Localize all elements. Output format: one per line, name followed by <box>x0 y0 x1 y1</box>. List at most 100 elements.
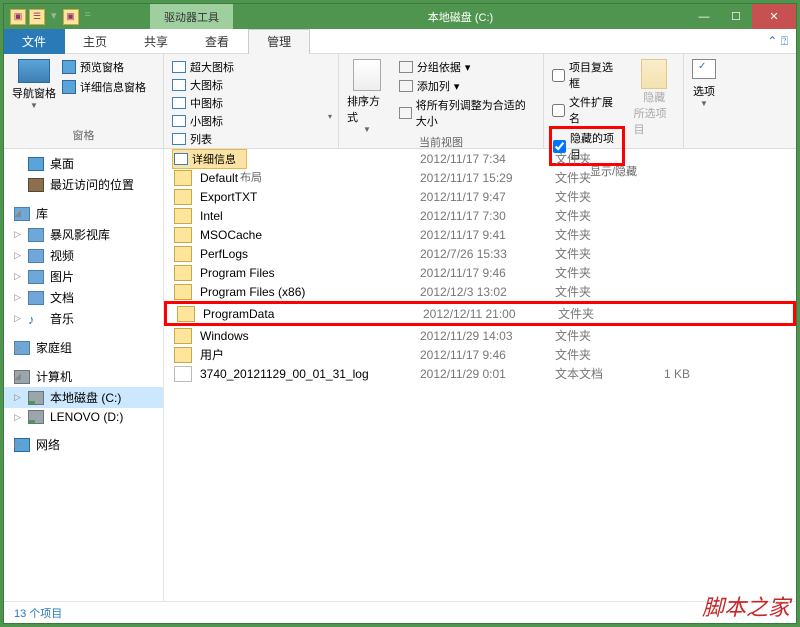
file-type: 文本文档 <box>555 365 630 382</box>
storm-icon <box>28 228 44 242</box>
file-date: 2012/7/26 15:33 <box>420 247 555 261</box>
table-row[interactable]: 3740_20121129_00_01_31_log2012/11/29 0:0… <box>164 364 796 383</box>
file-name: MSOCache <box>200 228 420 242</box>
menubar: 文件 主页 共享 查看 管理 ⌃ ⍰ <box>4 29 796 54</box>
folder-icon <box>174 284 192 300</box>
sidebar-item-pictures[interactable]: ▷图片 <box>4 266 163 287</box>
table-row[interactable]: Windows2012/11/29 14:03文件夹 <box>164 326 796 345</box>
options-button[interactable]: 选项 ▼ <box>692 57 716 145</box>
folder-icon <box>177 306 195 322</box>
file-icon <box>174 366 192 382</box>
table-row[interactable]: MSOCache2012/11/17 9:41文件夹 <box>164 225 796 244</box>
tab-file[interactable]: 文件 <box>4 29 65 54</box>
preview-pane-icon <box>62 60 76 74</box>
table-row[interactable]: 用户2012/11/17 9:46文件夹 <box>164 345 796 364</box>
sidebar-item-ddrive[interactable]: ▷LENOVO (D:) <box>4 408 163 426</box>
file-date: 2012/11/17 15:29 <box>420 171 555 185</box>
group-by-button[interactable]: 分组依据 ▾ <box>399 59 535 75</box>
file-name: 用户 <box>200 346 420 363</box>
group-icon <box>399 61 413 73</box>
document-icon <box>28 291 44 305</box>
status-bar: 13 个项目 <box>4 601 796 623</box>
file-date: 2012/11/29 14:03 <box>420 329 555 343</box>
sidebar-item-recent[interactable]: 最近访问的位置 <box>4 174 163 195</box>
sidebar-item-computer[interactable]: ◢计算机 <box>4 366 163 387</box>
layout-xlarge[interactable]: 超大图标 <box>172 59 247 75</box>
sidebar-item-documents[interactable]: ▷文档 <box>4 287 163 308</box>
folder-icon <box>174 227 192 243</box>
sort-button[interactable]: 排序方式 ▼ <box>347 57 387 134</box>
explorer-window: ▣ ☰ ▾ ▣ = 驱动器工具 本地磁盘 (C:) — ☐ ✕ 文件 主页 共享… <box>3 3 797 624</box>
file-type: 文件夹 <box>555 207 630 224</box>
desktop-icon <box>28 157 44 171</box>
tab-share[interactable]: 共享 <box>126 29 187 54</box>
file-name: Program Files <box>200 266 420 280</box>
window-title: 本地磁盘 (C:) <box>233 9 688 25</box>
file-name: Default <box>200 171 420 185</box>
close-button[interactable]: ✕ <box>752 4 796 29</box>
tab-home[interactable]: 主页 <box>65 29 126 54</box>
layout-large[interactable]: 大图标 <box>172 77 247 93</box>
titlebar: ▣ ☰ ▾ ▣ = 驱动器工具 本地磁盘 (C:) — ☐ ✕ <box>4 4 796 29</box>
details-pane-toggle[interactable]: 详细信息窗格 <box>62 79 146 95</box>
table-row[interactable]: PerfLogs2012/7/26 15:33文件夹 <box>164 244 796 263</box>
sidebar-item-storm[interactable]: ▷暴风影视库 <box>4 224 163 245</box>
folder-icon <box>174 265 192 281</box>
layout-medium[interactable]: 中图标 <box>172 95 247 111</box>
file-name: Windows <box>200 329 420 343</box>
file-type: 文件夹 <box>555 150 630 167</box>
sidebar-item-network[interactable]: ▷网络 <box>4 434 163 455</box>
item-checkboxes-toggle[interactable]: 项目复选框 <box>552 59 622 91</box>
nav-pane-button[interactable]: 导航窗格 ▼ <box>12 57 56 127</box>
table-row[interactable]: ExportTXT2012/11/17 9:47文件夹 <box>164 187 796 206</box>
layout-small[interactable]: 小图标 <box>172 113 247 129</box>
table-row[interactable]: Program Files2012/11/17 9:46文件夹 <box>164 263 796 282</box>
sidebar-item-libraries[interactable]: ◢库 <box>4 203 163 224</box>
drive-icon <box>28 391 44 405</box>
sidebar-item-cdrive[interactable]: ▷本地磁盘 (C:) <box>4 387 163 408</box>
file-type: 文件夹 <box>555 327 630 344</box>
hide-selected-button[interactable]: 隐藏 所选项目 <box>634 57 675 163</box>
table-row[interactable]: Default2012/11/17 15:29文件夹 <box>164 168 796 187</box>
app-icon: ▣ <box>10 9 26 25</box>
file-date: 2012/11/17 9:46 <box>420 266 555 280</box>
video-icon <box>28 249 44 263</box>
sidebar-item-homegroup[interactable]: ▷家庭组 <box>4 337 163 358</box>
minimize-button[interactable]: — <box>688 4 720 29</box>
folder-icon <box>174 246 192 262</box>
nav-pane-icon <box>18 59 50 83</box>
context-tab-drive-tools[interactable]: 驱动器工具 <box>150 4 233 29</box>
help-icon[interactable]: ⌃ ⍰ <box>767 34 788 49</box>
folder-icon[interactable]: ▣ <box>63 9 79 25</box>
recent-icon <box>28 178 44 192</box>
file-list: AMD2012/11/17 7:34文件夹Default2012/11/17 1… <box>164 149 796 601</box>
table-row[interactable]: ProgramData2012/12/11 21:00文件夹 <box>164 301 796 326</box>
folder-icon <box>174 328 192 344</box>
qat-icon[interactable]: ☰ <box>29 9 45 25</box>
file-type: 文件夹 <box>555 226 630 243</box>
tab-view[interactable]: 查看 <box>187 29 248 54</box>
file-name: Intel <box>200 209 420 223</box>
file-type: 文件夹 <box>555 169 630 186</box>
file-ext-toggle[interactable]: 文件扩展名 <box>552 94 622 126</box>
sidebar-item-desktop[interactable]: 桌面 <box>4 153 163 174</box>
file-date: 2012/11/17 7:34 <box>420 152 555 166</box>
file-type: 文件夹 <box>558 305 633 322</box>
sidebar-item-music[interactable]: ▷♪音乐 <box>4 308 163 329</box>
layout-details[interactable]: 详细信息 <box>172 149 247 169</box>
file-name: Program Files (x86) <box>200 285 420 299</box>
file-date: 2012/12/3 13:02 <box>420 285 555 299</box>
table-row[interactable]: Program Files (x86)2012/12/3 13:02文件夹 <box>164 282 796 301</box>
tab-manage[interactable]: 管理 <box>248 29 310 54</box>
file-type: 文件夹 <box>555 245 630 262</box>
fit-icon <box>399 107 412 119</box>
add-columns-button[interactable]: 添加列 ▾ <box>399 78 535 94</box>
maximize-button[interactable]: ☐ <box>720 4 752 29</box>
layout-list[interactable]: 列表 <box>172 131 247 147</box>
sidebar-item-videos[interactable]: ▷视频 <box>4 245 163 266</box>
fit-columns-button[interactable]: 将所有列调整为合适的大小 <box>399 97 535 129</box>
picture-icon <box>28 270 44 284</box>
preview-pane-toggle[interactable]: 预览窗格 <box>62 59 146 75</box>
table-row[interactable]: Intel2012/11/17 7:30文件夹 <box>164 206 796 225</box>
folder-icon <box>174 347 192 363</box>
